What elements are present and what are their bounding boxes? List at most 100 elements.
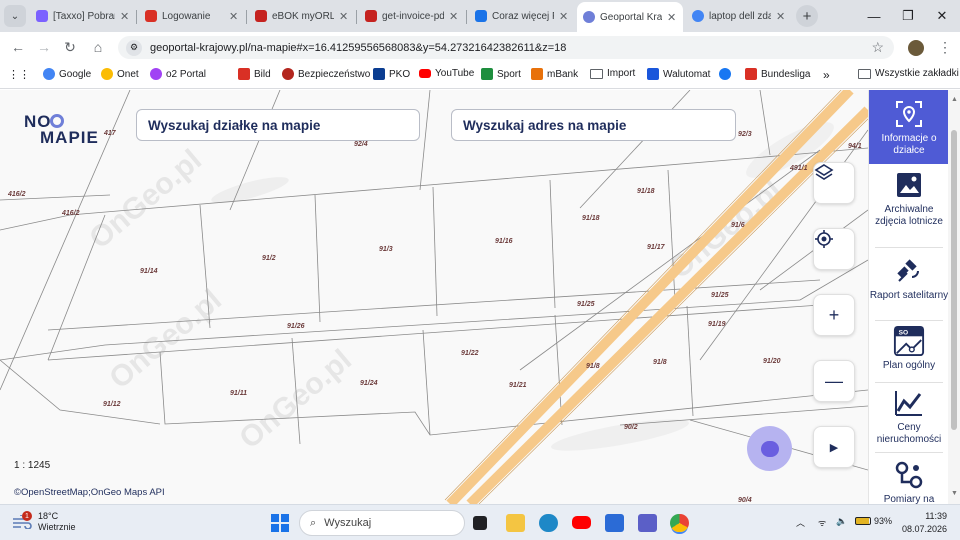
forward-button[interactable]: → [34, 38, 54, 56]
browser-tab[interactable]: laptop dell zdal ✕ [686, 4, 792, 28]
tool-satellite-report[interactable]: Raport satelitarny [869, 256, 948, 316]
bookmark-walutomat[interactable]: Walutomat [647, 68, 710, 80]
tool-map-measurements[interactable]: Pomiary na mapie [869, 460, 948, 504]
youtube-app-icon[interactable] [572, 516, 591, 529]
youtube-icon [419, 69, 431, 78]
battery-icon [855, 517, 871, 525]
bookmark-bild[interactable]: Bild [238, 68, 271, 80]
svg-text:90/2: 90/2 [624, 424, 638, 431]
nomapie-logo[interactable]: NO MAPIE [24, 112, 114, 147]
tray-chevron-icon[interactable]: ︿ [796, 516, 805, 529]
tab-close-icon[interactable]: ✕ [559, 10, 569, 23]
volume-icon[interactable]: 🔈 [836, 516, 847, 527]
svg-text:91/25: 91/25 [711, 292, 729, 299]
tab-search-button[interactable]: ⌄ [4, 5, 26, 27]
bookmark-pko[interactable]: PKO [373, 68, 410, 80]
layers-button[interactable] [813, 162, 855, 204]
page-scrollbar[interactable]: ▲ ▼ [948, 90, 960, 504]
task-view-icon[interactable] [473, 516, 487, 530]
chevron-right-icon: ▶ [829, 441, 839, 454]
tool-archive-aerial[interactable]: Archiwalne zdjęcia lotnicze [869, 170, 948, 240]
svg-text:92/4: 92/4 [354, 141, 368, 148]
zoom-out-button[interactable]: — [813, 360, 855, 402]
tab-favicon-icon [692, 10, 704, 22]
pko-icon [373, 68, 385, 80]
tab-close-icon[interactable]: ✕ [229, 10, 239, 23]
map-attribution[interactable]: ©OpenStreetMap;OnGeo Maps API [14, 487, 165, 498]
bookmarks-more-button[interactable]: » [823, 68, 830, 82]
bookmark-bundesliga[interactable]: Bundesliga [745, 68, 810, 80]
chat-widget-button[interactable] [747, 426, 792, 471]
browser-tab[interactable]: [Taxxo] Pobran ✕ [30, 4, 136, 28]
scroll-up-icon[interactable]: ▲ [951, 96, 958, 103]
bookmark-youtube[interactable]: YouTube [419, 68, 474, 79]
bookmark-import[interactable]: Import [590, 68, 635, 79]
site-info-icon[interactable]: ⚙ [126, 39, 142, 56]
wind-icon: 1 [12, 511, 32, 530]
browser-tab[interactable]: Logowanie ✕ [139, 4, 245, 28]
bookmark-google[interactable]: Google [43, 68, 91, 80]
system-clock[interactable]: 11:39 08.07.2026 [902, 510, 947, 536]
facebook-icon [719, 68, 731, 80]
bookmark-mbank[interactable]: mBank [531, 68, 578, 80]
search-address-input[interactable]: Wyszukaj adres na mapie [451, 109, 736, 141]
battery-indicator[interactable]: 93% [855, 516, 892, 526]
profile-avatar[interactable] [908, 40, 924, 56]
map-canvas[interactable]: OnGeo.pl OnGeo.pl OnGeo.pl OnGeo.pl 417 … [0, 90, 868, 504]
file-explorer-icon[interactable] [506, 514, 525, 532]
search-icon: ⌕ [310, 516, 317, 529]
edge-browser-icon[interactable] [539, 514, 558, 532]
tab-close-icon[interactable]: ✕ [120, 10, 130, 23]
bookmark-security[interactable]: Bezpieczeństwo [282, 68, 370, 80]
general-plan-icon: SO [893, 325, 925, 357]
tab-close-icon[interactable]: ✕ [339, 10, 349, 23]
microsoft-store-icon[interactable] [605, 514, 624, 532]
browser-tab-active[interactable]: Geoportal Kraj ✕ [577, 2, 683, 32]
close-window-button[interactable]: ✕ [924, 4, 960, 28]
browser-tab[interactable]: get-invoice-pdf ✕ [359, 4, 465, 28]
bookmark-onet[interactable]: Onet [101, 68, 139, 80]
bookmark-facebook[interactable] [719, 68, 731, 80]
windows-start-icon[interactable] [271, 514, 289, 532]
back-button[interactable]: ← [8, 38, 28, 56]
browser-menu-icon[interactable]: ⋮ [938, 39, 952, 56]
address-bar[interactable]: ⚙ geoportal-krajowy.pl/na-mapie#x=16.412… [118, 36, 894, 59]
tool-general-plan[interactable]: SO Plan ogólny [869, 325, 948, 376]
tab-close-icon[interactable]: ✕ [776, 10, 786, 23]
satellite-icon [893, 256, 925, 286]
minimize-button[interactable]: — [856, 4, 892, 28]
tab-favicon-icon [255, 10, 267, 22]
search-plot-input[interactable]: Wyszukaj działkę na mapie [136, 109, 420, 141]
expand-panel-button[interactable]: ▶ [813, 426, 855, 468]
taskbar-search-input[interactable]: ⌕ Wyszukaj [299, 510, 465, 536]
svg-text:91/25: 91/25 [577, 301, 595, 308]
browser-tab[interactable]: Coraz więcej Po✕ [469, 4, 575, 28]
home-button[interactable]: ⌂ [88, 38, 108, 56]
url-text: geoportal-krajowy.pl/na-mapie#x=16.41259… [150, 41, 567, 54]
reload-button[interactable]: ↻ [60, 38, 80, 56]
scroll-down-icon[interactable]: ▼ [951, 490, 958, 497]
tool-property-prices[interactable]: Ceny nieruchomości [869, 388, 948, 448]
plot-info-icon [893, 99, 925, 129]
all-bookmarks-button[interactable]: Wszystkie zakładki [858, 68, 959, 79]
bookmark-o2[interactable]: o2 Portal [150, 68, 206, 80]
locate-me-button[interactable] [813, 228, 855, 270]
teams-icon[interactable] [638, 514, 657, 532]
new-tab-button[interactable]: + [796, 5, 818, 27]
tab-close-icon[interactable]: ✕ [449, 10, 459, 23]
browser-tab[interactable]: eBOK myORLEN✕ [249, 4, 355, 28]
bookmark-star-icon[interactable]: ☆ [871, 39, 884, 56]
svg-text:91/26: 91/26 [287, 323, 305, 330]
chrome-icon[interactable] [670, 514, 689, 532]
svg-text:416/2: 416/2 [61, 210, 80, 217]
apps-icon[interactable]: ⋮⋮ [8, 68, 30, 81]
zoom-in-button[interactable]: + [813, 294, 855, 336]
tab-close-icon[interactable]: ✕ [667, 11, 677, 24]
scrollbar-thumb[interactable] [951, 130, 957, 430]
bookmark-sport[interactable]: Sport [481, 68, 521, 80]
network-icon[interactable]: ᯤ [818, 516, 826, 529]
restore-button[interactable]: ❐ [890, 4, 926, 28]
layers-icon [814, 164, 834, 180]
tool-plot-info[interactable]: Informacje o działce [869, 90, 948, 164]
weather-widget[interactable]: 1 18°C Wietrznie [12, 511, 76, 533]
